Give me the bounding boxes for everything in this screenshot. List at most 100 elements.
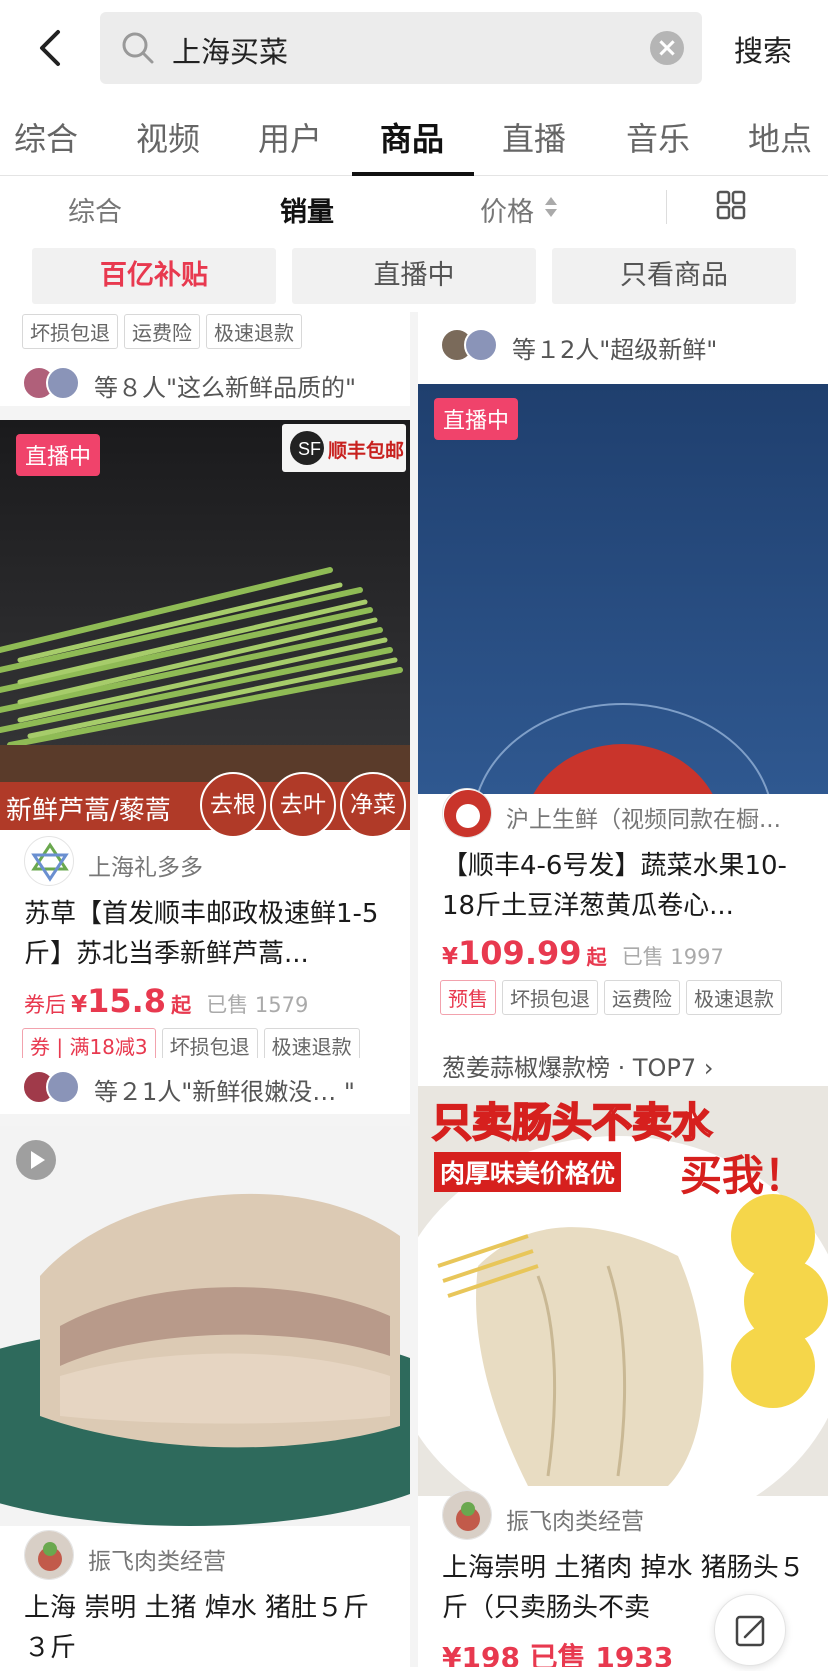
shop-logo	[24, 836, 74, 886]
avatar	[46, 366, 80, 400]
review-snippet: 等８人"这么新鲜品质的"	[94, 374, 357, 402]
video-play-icon[interactable]	[16, 1140, 56, 1180]
price-row: ¥198 已售 1933	[442, 1641, 674, 1667]
live-badge: 直播中	[434, 398, 519, 440]
image-headline: 只卖肠头不卖水	[431, 1099, 713, 1147]
live-badge: 直播中	[16, 434, 101, 476]
service-tags: 坏损包退 运费险 极速退款	[22, 314, 308, 349]
search-button[interactable]: 搜索	[734, 28, 792, 70]
coupon-text: 满18减3	[69, 1035, 148, 1058]
service-tag: 坏损包退	[22, 314, 118, 349]
shop-logo	[442, 1490, 492, 1540]
ranking-link[interactable]: 葱姜蒜椒爆款榜 · TOP7 ›	[442, 1048, 713, 1083]
sort-bar: 综合 销量 价格	[0, 176, 828, 236]
coupon-label: 券	[30, 1035, 50, 1058]
product-image	[418, 384, 828, 794]
presale-tag: 预售	[440, 980, 496, 1015]
review-snippet: 等２1人"新鲜很嫩没… "	[94, 1078, 355, 1106]
image-feature-circle: 去根	[200, 772, 266, 838]
sort-sales[interactable]: 销量	[280, 190, 334, 229]
edit-icon	[735, 1615, 765, 1647]
chip-live[interactable]: 直播中	[292, 248, 536, 304]
coupon-tag: 券 | 满18减3	[22, 1028, 156, 1058]
category-tabs: 综合 视频 用户 商品 直播 音乐 地点	[0, 96, 828, 176]
avatar-group	[440, 328, 502, 362]
review-snippet: 等１2人"超级新鲜"	[512, 336, 718, 364]
service-tags: 预售 坏损包退 运费险 极速退款	[440, 980, 788, 1015]
free-shipping-label: 顺丰包邮	[328, 440, 405, 462]
product-card[interactable]: SF 直播中 顺丰包邮 新鲜芦蒿/藜蒿 去根 去叶 净菜 上海礼多多 苏草【首发…	[0, 420, 410, 1058]
avatar-group	[22, 366, 84, 400]
search-header: 上海买菜 × 搜索	[0, 0, 828, 96]
search-icon	[122, 32, 154, 64]
product-card[interactable]: 坏损包退 运费险 极速退款 等８人"这么新鲜品质的"	[0, 312, 410, 406]
product-feed: 坏损包退 运费险 极速退款 等８人"这么新鲜品质的" SF 直播中 顺丰包邮 新…	[0, 312, 828, 1667]
service-tag: 坏损包退	[502, 980, 598, 1015]
tab-users[interactable]: 用户	[258, 114, 322, 160]
product-card[interactable]: 直播中 沪上生鲜（视频同款在橱... 【顺丰4-6号发】蔬菜水果10-18斤土豆…	[418, 384, 828, 1034]
product-image	[0, 1126, 410, 1526]
product-title[interactable]: 上海 崇明 土猪 焯水 猪肚５斤３斤	[24, 1588, 394, 1667]
avatar-group	[22, 1070, 84, 1104]
service-tag: 极速退款	[686, 980, 782, 1015]
shop-name: 上海礼多多	[88, 855, 203, 881]
tab-places[interactable]: 地点	[748, 114, 812, 160]
sold-count: 已售 1579	[206, 993, 309, 1017]
price: 109.99	[458, 934, 582, 972]
price: 15.8	[87, 982, 167, 1020]
edit-floating-button[interactable]	[714, 1594, 786, 1666]
tab-general[interactable]: 综合	[14, 114, 78, 160]
svg-text:SF: SF	[298, 439, 321, 459]
back-arrow-icon[interactable]	[32, 24, 72, 72]
image-feature-circle: 净菜	[340, 772, 406, 838]
filter-chips: 百亿补贴 直播中 只看商品	[0, 248, 828, 308]
price-row: 券后 ¥15.8 起 已售 1579	[24, 982, 308, 1020]
grid-view-icon[interactable]	[716, 190, 746, 220]
price-suffix: 起	[586, 945, 607, 969]
currency: ¥	[442, 944, 459, 970]
shop-name: 沪上生鲜（视频同款在橱...	[506, 807, 781, 833]
price-row: ¥109.99 起 已售 1997	[442, 934, 724, 972]
image-feature-circle: 去叶	[270, 772, 336, 838]
product-card[interactable]: 只卖肠头不卖水 肉厚味美价格优 买我！ 振飞肉类经营 上海崇明 土猪肉 掉水 猪…	[418, 1086, 828, 1667]
tab-music[interactable]: 音乐	[626, 114, 690, 160]
product-card[interactable]: 振飞肉类经营 上海 崇明 土猪 焯水 猪肚５斤３斤	[0, 1126, 410, 1667]
avatar	[46, 1070, 80, 1104]
search-query[interactable]: 上海买菜	[172, 29, 288, 71]
service-tag: 运费险	[124, 314, 200, 349]
shop-info[interactable]: 振飞肉类经营	[442, 1490, 822, 1542]
currency: ¥	[71, 992, 88, 1018]
review-strip: 等２1人"新鲜很嫩没… "	[0, 1058, 410, 1114]
shop-info[interactable]: 沪上生鲜（视频同款在橱...	[442, 788, 822, 840]
price-prefix: 券后	[24, 993, 66, 1017]
image-subheadline: 肉厚味美价格优	[434, 1152, 622, 1192]
image-cta-text: 买我！	[680, 1151, 807, 1200]
product-image: SF	[0, 420, 410, 830]
tab-live[interactable]: 直播	[502, 114, 566, 160]
sold-count: 已售 1997	[621, 945, 724, 969]
search-field[interactable]: 上海买菜 ×	[100, 12, 702, 84]
chip-subsidy[interactable]: 百亿补贴	[32, 248, 276, 304]
product-title[interactable]: 苏草【首发顺丰邮政极速鲜1-5斤】苏北当季新鲜芦蒿...	[24, 894, 394, 974]
service-tag: 极速退款	[263, 1028, 360, 1058]
product-card[interactable]: 等１2人"超级新鲜"	[418, 312, 828, 384]
shop-info[interactable]: 上海礼多多	[24, 836, 404, 888]
sort-price[interactable]: 价格	[480, 190, 534, 229]
service-tag: 坏损包退	[161, 1028, 258, 1058]
price-suffix: 起	[171, 993, 192, 1017]
product-title[interactable]: 【顺丰4-6号发】蔬菜水果10-18斤土豆洋葱黄瓜卷心...	[442, 846, 812, 926]
clear-search-icon[interactable]: ×	[650, 31, 684, 65]
shop-name: 振飞肉类经营	[506, 1509, 644, 1535]
service-tag: 运费险	[604, 980, 680, 1015]
sort-arrows-icon	[545, 197, 557, 217]
shop-info[interactable]: 振飞肉类经营	[24, 1530, 404, 1582]
ranking-text: 葱姜蒜椒爆款榜 · TOP7	[442, 1054, 697, 1082]
chip-products-only[interactable]: 只看商品	[552, 248, 796, 304]
shop-name: 振飞肉类经营	[88, 1549, 226, 1575]
divider	[666, 190, 667, 224]
tab-video[interactable]: 视频	[136, 114, 200, 160]
sort-general[interactable]: 综合	[68, 190, 122, 229]
service-tag: 极速退款	[206, 314, 302, 349]
tab-products[interactable]: 商品	[380, 114, 444, 160]
shop-logo	[442, 788, 492, 838]
